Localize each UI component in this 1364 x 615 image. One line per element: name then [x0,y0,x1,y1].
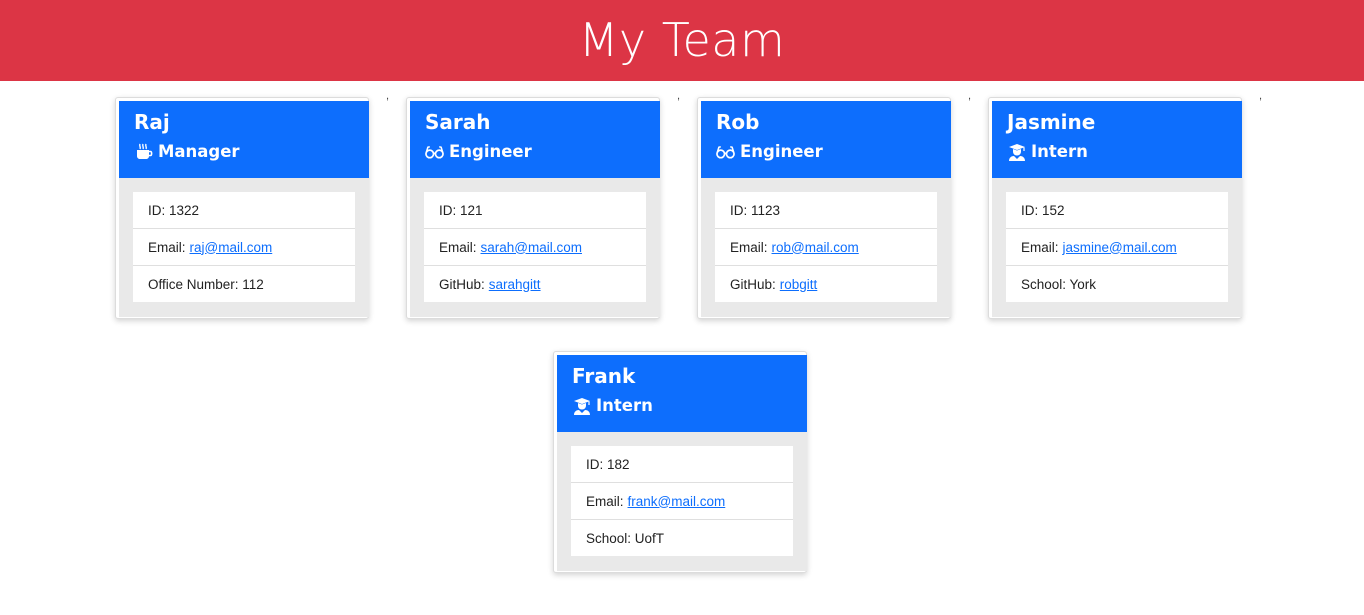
card-header: Sarah Engineer [410,101,660,178]
user-graduate-icon [1007,143,1026,161]
employee-card: Frank Intern ID: 182 Email: frank@mail.co… [553,351,807,573]
email-link[interactable]: sarah@mail.com [481,240,582,255]
employee-role: Manager [134,141,354,163]
office-number-text: Office Number: 112 [148,276,264,292]
employee-name: Frank [572,364,636,388]
employee-name: Raj [134,110,170,134]
email-link[interactable]: rob@mail.com [772,240,859,255]
email-label: Email: [730,239,768,255]
email-item: Email: sarah@mail.com [424,228,646,265]
glasses-icon [425,143,444,161]
employee-role: Engineer [425,141,645,163]
school-item: School: UofT [571,519,793,556]
id-text: ID: 1322 [148,202,200,218]
info-list: ID: 1123 Email: rob@mail.com GitHub: robgi… [715,192,937,302]
separator-comma: , [1259,90,1263,102]
id-item: ID: 152 [1006,192,1228,228]
id-text: ID: 1123 [730,202,781,218]
card-body: ID: 1322 Email: raj@mail.com Office Numbe… [119,178,369,317]
school-text: School: UofT [586,530,665,546]
header-banner: My Team [0,0,1364,81]
id-text: ID: 152 [1021,202,1065,218]
role-label: Intern [596,396,653,415]
school-text: School: York [1021,276,1097,292]
email-label: Email: [148,239,186,255]
employee-role: Engineer [716,141,936,163]
card-body: ID: 182 Email: frank@mail.com School: Uof… [557,432,807,571]
separator-comma: , [677,90,681,102]
role-label: Engineer [449,142,532,161]
email-label: Email: [586,493,624,509]
email-item: Email: raj@mail.com [133,228,355,265]
github-link[interactable]: sarahgitt [489,277,541,292]
id-item: ID: 182 [571,446,793,482]
id-text: ID: 121 [439,202,483,218]
role-label: Engineer [740,142,823,161]
card-header: Jasmine Intern [992,101,1242,178]
id-item: ID: 1123 [715,192,937,228]
card-body: ID: 152 Email: jasmine@mail.com School: Y… [992,178,1242,317]
employee-name: Rob [716,110,760,134]
office-number-item: Office Number: 112 [133,265,355,302]
employee-card: Raj Manager ID: 1322 Email: raj@mail.com … [115,97,369,319]
card-body: ID: 121 Email: sarah@mail.com GitHub: sara… [410,178,660,317]
github-label: GitHub: [730,276,776,292]
github-link[interactable]: robgitt [780,277,818,292]
info-list: ID: 1322 Email: raj@mail.com Office Numbe… [133,192,355,302]
info-list: ID: 121 Email: sarah@mail.com GitHub: sara… [424,192,646,302]
employee-role: Intern [572,395,792,417]
email-link[interactable]: raj@mail.com [190,240,273,255]
card-body: ID: 1123 Email: rob@mail.com GitHub: robgi… [701,178,951,317]
card-header: Rob Engineer [701,101,951,178]
school-item: School: York [1006,265,1228,302]
github-item: GitHub: sarahgitt [424,265,646,302]
info-list: ID: 182 Email: frank@mail.com School: Uof… [571,446,793,556]
github-item: GitHub: robgitt [715,265,937,302]
card-header: Raj Manager [119,101,369,178]
employee-name: Sarah [425,110,491,134]
employee-name: Jasmine [1007,110,1096,134]
employee-card: Sarah Engineer ID: 121 Email: sarah@mail.… [406,97,660,319]
user-graduate-icon [572,397,591,415]
separator-comma: , [968,90,972,102]
mug-hot-icon [134,143,153,161]
id-item: ID: 1322 [133,192,355,228]
card-header: Frank Intern [557,355,807,432]
email-link[interactable]: frank@mail.com [628,494,726,509]
email-item: Email: frank@mail.com [571,482,793,519]
email-label: Email: [439,239,477,255]
email-link[interactable]: jasmine@mail.com [1063,240,1177,255]
employee-card: Rob Engineer ID: 1123 Email: rob@mail.com… [697,97,951,319]
email-item: Email: rob@mail.com [715,228,937,265]
glasses-icon [716,143,735,161]
page-title: My Team [578,12,786,67]
role-label: Manager [158,142,240,161]
id-item: ID: 121 [424,192,646,228]
email-item: Email: jasmine@mail.com [1006,228,1228,265]
employee-role: Intern [1007,141,1227,163]
employee-card: Jasmine Intern ID: 152 Email: jasmine@mai… [988,97,1242,319]
separator-comma: , [386,90,390,102]
id-text: ID: 182 [586,456,630,472]
github-label: GitHub: [439,276,485,292]
role-label: Intern [1031,142,1088,161]
email-label: Email: [1021,239,1059,255]
info-list: ID: 152 Email: jasmine@mail.com School: Y… [1006,192,1228,302]
